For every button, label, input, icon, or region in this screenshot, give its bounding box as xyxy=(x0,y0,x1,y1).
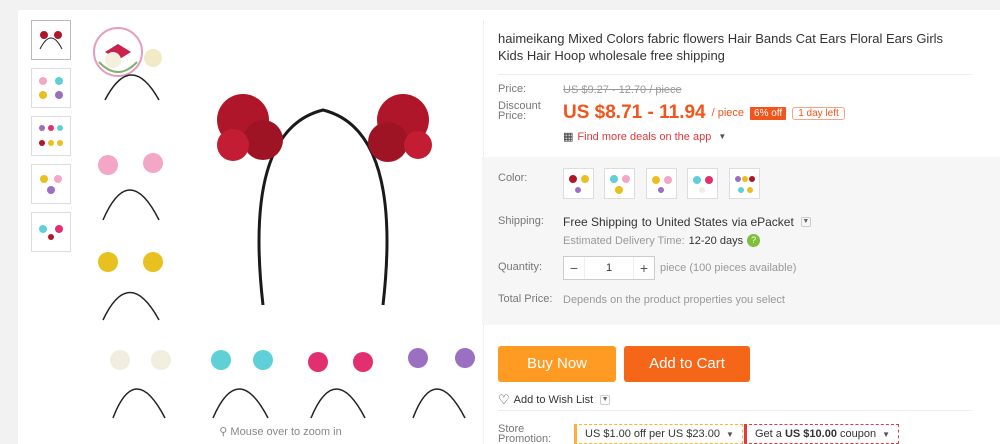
quantity-input[interactable]: 1 xyxy=(584,257,634,279)
total-price-value: Depends on the product properties you se… xyxy=(563,294,785,306)
price-label: Price: xyxy=(498,83,527,95)
headband-image xyxy=(39,77,63,99)
headband-small-2 xyxy=(98,153,163,221)
product-title: haimeikang Mixed Colors fabric flowers H… xyxy=(498,31,944,63)
color-swatch-3[interactable] xyxy=(645,168,677,199)
product-panel: ⚲ Mouse over to zoom in haimeikang Mixed… xyxy=(18,10,1000,444)
caret-down-icon: ▼ xyxy=(882,430,891,439)
delivery-row: Estimated Delivery Time: 12-20 days ? xyxy=(563,234,761,247)
thumbnail-list xyxy=(31,20,71,260)
color-swatch-2[interactable] xyxy=(604,168,636,199)
total-price-label: Total Price: xyxy=(498,293,553,305)
delivery-label: Estimated Delivery Time: xyxy=(563,234,685,247)
shipping-label: Shipping: xyxy=(498,215,544,227)
headband-small-3 xyxy=(98,252,163,321)
thumbnail-4[interactable] xyxy=(31,164,71,204)
color-swatch-4[interactable] xyxy=(687,168,719,199)
headband-large xyxy=(217,94,432,306)
promotion-divider xyxy=(498,410,972,411)
shipping-dropdown-icon[interactable]: ▼ xyxy=(800,217,811,227)
color-swatches xyxy=(563,168,766,202)
quantity-stepper: − 1 + xyxy=(563,256,655,280)
headband-small-7 xyxy=(408,348,475,419)
discount-badge: 6% off xyxy=(750,106,787,120)
coupon-1-text: US $1.00 off per US $23.00 xyxy=(585,428,720,440)
headband-image xyxy=(651,176,672,193)
headband-small-5 xyxy=(211,350,273,419)
quantity-label: Quantity: xyxy=(498,261,543,273)
current-price: US $8.71 - 11.94 xyxy=(563,102,706,123)
color-swatch-1[interactable] xyxy=(563,168,594,199)
delivery-value: 12-20 days xyxy=(688,234,744,247)
store-promotion-label: Store Promotion: xyxy=(498,424,551,444)
product-details: haimeikang Mixed Colors fabric flowers H… xyxy=(482,10,1000,444)
discount-price-label: Discount Price: xyxy=(498,101,541,122)
headband-image xyxy=(39,125,63,146)
thumbnail-3[interactable] xyxy=(31,116,71,156)
help-icon[interactable]: ? xyxy=(747,234,761,247)
thumbnail-2[interactable] xyxy=(31,68,71,108)
wish-dropdown-icon[interactable]: ▼ xyxy=(600,395,611,405)
price-unit: / piece xyxy=(711,107,745,119)
headband-image xyxy=(40,175,62,194)
shipping-method[interactable]: via ePacket xyxy=(732,215,794,229)
quantity-increase-button[interactable]: + xyxy=(634,257,654,279)
qr-code-icon: ▦ xyxy=(563,131,574,143)
app-deals-link[interactable]: ▦ Find more deals on the app ▼ xyxy=(563,130,727,144)
promotion-label-line-2: Promotion: xyxy=(498,433,552,444)
shipping-free: Free Shipping xyxy=(563,215,638,229)
coupon-2-prefix: Get a xyxy=(755,428,782,440)
app-deals-text: Find more deals on the app xyxy=(577,130,712,143)
shipping-to: to xyxy=(641,215,652,229)
add-to-wish-list[interactable]: ♡ Add to Wish List ▼ xyxy=(498,392,611,408)
coupon-2-suffix: coupon xyxy=(840,428,877,440)
color-label: Color: xyxy=(498,172,528,184)
headband-image xyxy=(39,31,63,50)
brand-logo xyxy=(93,27,143,77)
color-swatch-5[interactable] xyxy=(728,168,760,199)
zoom-hint: ⚲ Mouse over to zoom in xyxy=(83,425,478,438)
title-divider xyxy=(498,74,972,75)
quantity-decrease-button[interactable]: − xyxy=(564,257,584,279)
headband-small-6 xyxy=(308,352,373,419)
headband-image xyxy=(39,225,63,240)
magnifier-icon: ⚲ xyxy=(219,426,228,438)
product-image xyxy=(93,27,475,419)
caret-down-icon: ▼ xyxy=(718,132,727,141)
thumbnail-1[interactable] xyxy=(31,20,71,60)
page-wrapper: ⚲ Mouse over to zoom in haimeikang Mixed… xyxy=(0,10,1000,444)
zoom-hint-text: Mouse over to zoom in xyxy=(230,426,342,438)
coupon-2-amount: US $10.00 xyxy=(784,428,837,440)
shipping-row: Free Shipping to United States via ePack… xyxy=(563,215,811,229)
wish-list-text: Add to Wish List xyxy=(513,394,594,406)
heart-icon: ♡ xyxy=(498,392,510,407)
add-to-cart-button[interactable]: Add to Cart xyxy=(624,346,750,382)
headband-image xyxy=(734,176,755,193)
store-coupon-1[interactable]: US $1.00 off per US $23.00 ▼ xyxy=(574,424,743,444)
current-price-row: US $8.71 - 11.94 / piece 6% off 1 day le… xyxy=(563,102,845,124)
thumbnail-5[interactable] xyxy=(31,212,71,252)
headband-image xyxy=(610,175,631,194)
quantity-note: piece (100 pieces available) xyxy=(660,262,797,274)
days-left-badge: 1 day left xyxy=(792,106,845,120)
headband-image xyxy=(569,175,589,193)
buy-now-button[interactable]: Buy Now xyxy=(498,346,616,382)
store-coupon-2[interactable]: Get a US $10.00 coupon ▼ xyxy=(744,424,900,444)
main-product-image[interactable]: ⚲ Mouse over to zoom in xyxy=(83,20,478,438)
discount-label-line-2: Price: xyxy=(498,110,527,122)
caret-down-icon: ▼ xyxy=(726,430,734,439)
original-price: US $9.27 - 12.70 / piece xyxy=(563,84,682,96)
headband-small-4 xyxy=(110,350,171,419)
headband-image xyxy=(693,176,714,193)
shipping-country[interactable]: United States xyxy=(656,215,728,229)
